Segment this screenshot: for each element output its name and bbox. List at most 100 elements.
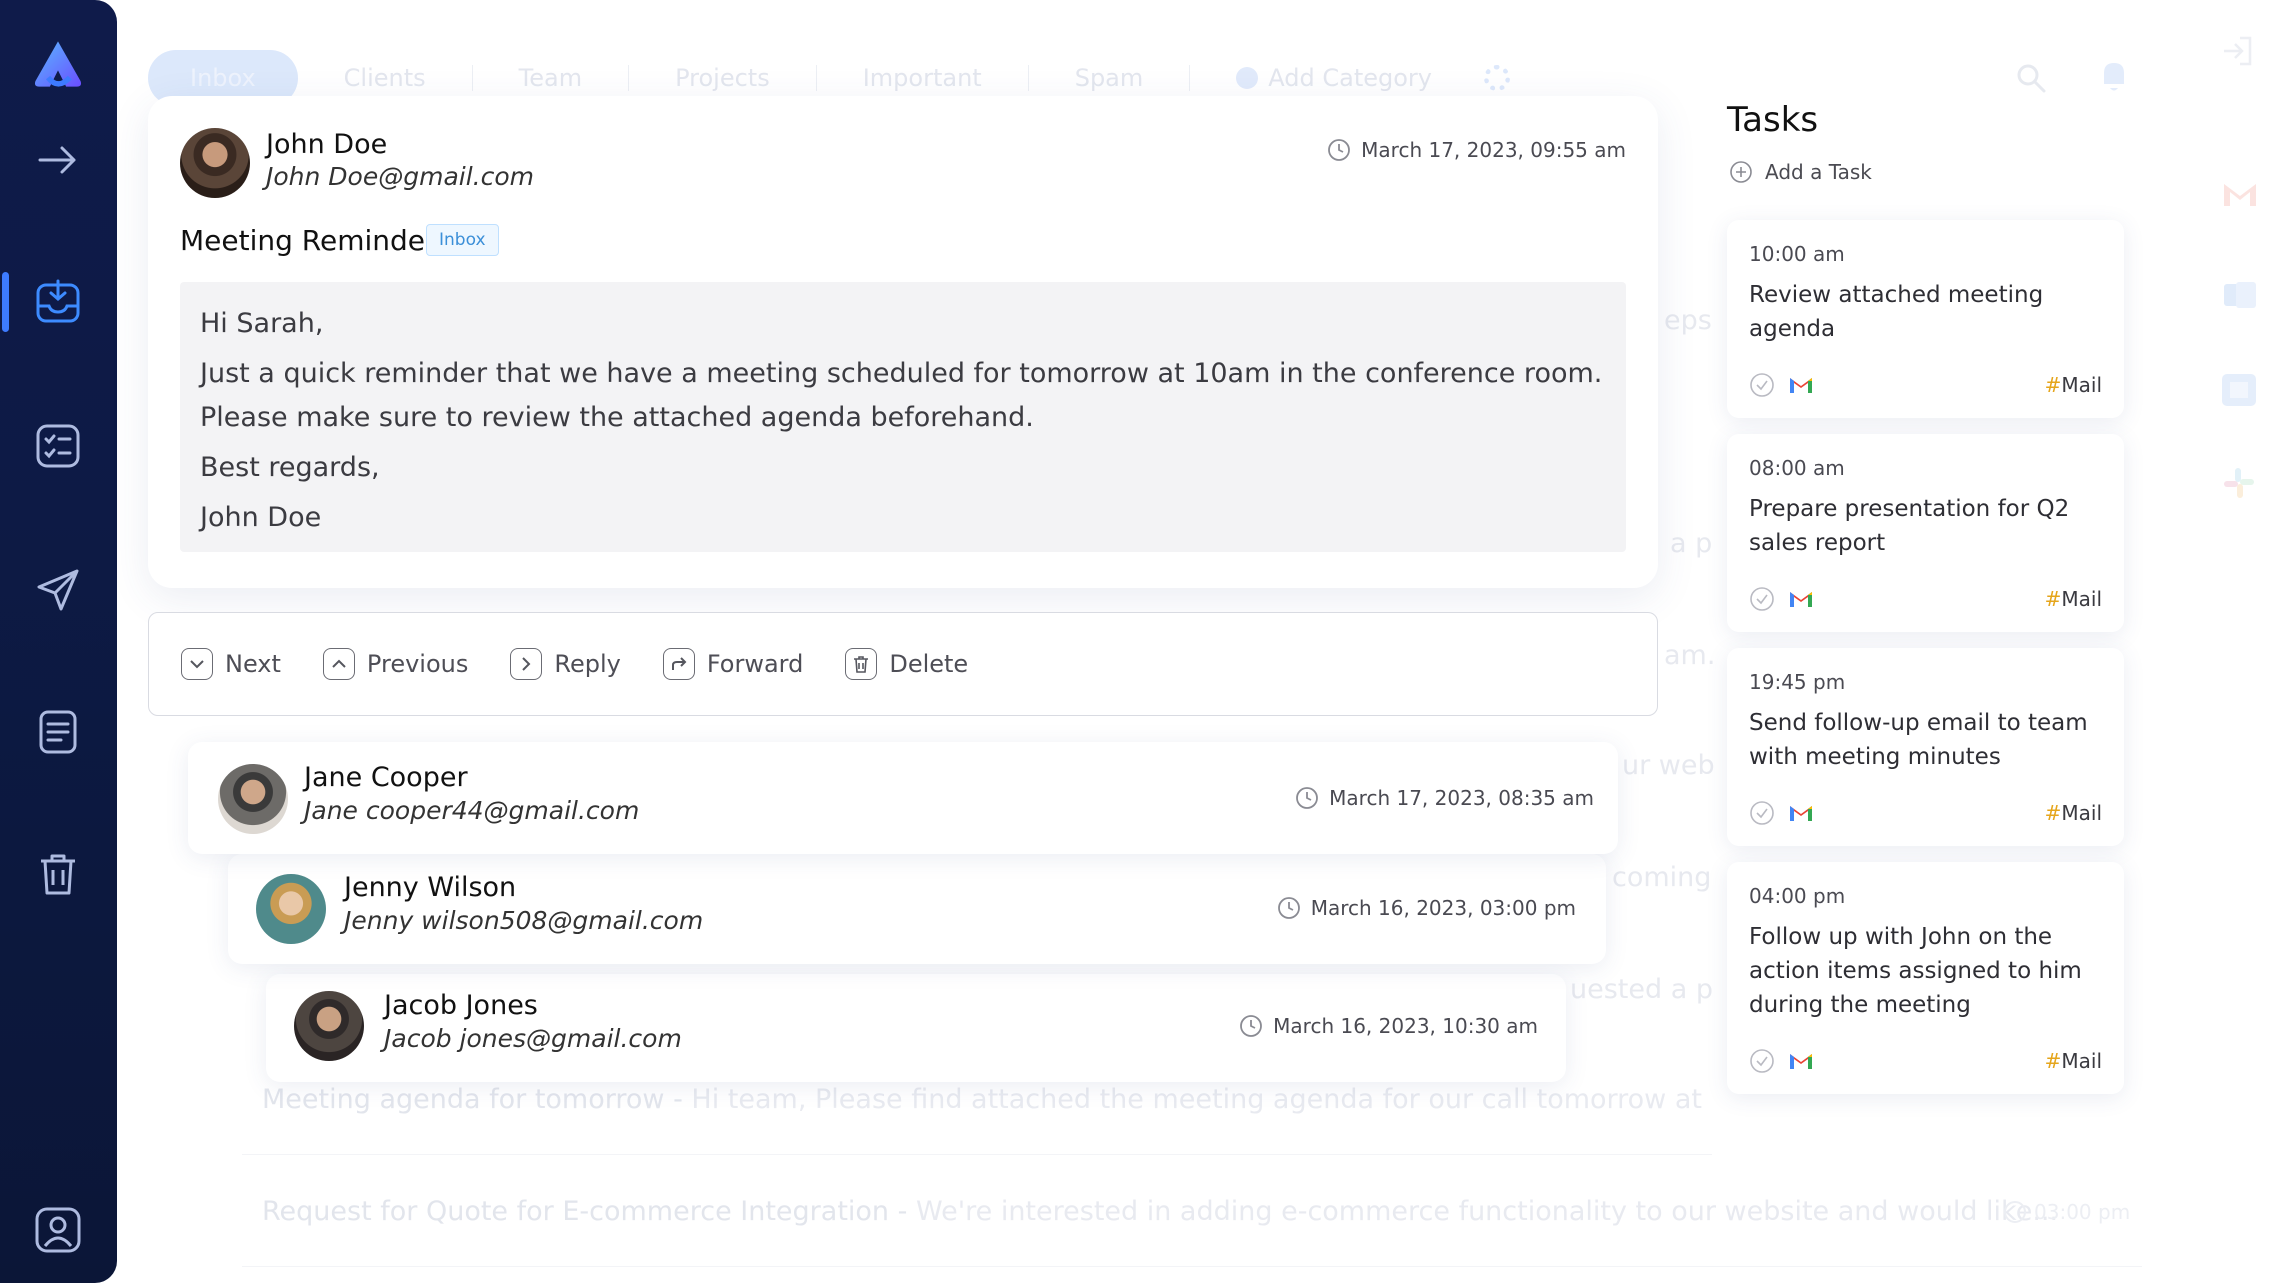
- task-card[interactable]: 19:45 pm Send follow-up email to team wi…: [1727, 648, 2124, 846]
- task-card[interactable]: 04:00 pm Follow up with John on the acti…: [1727, 862, 2124, 1094]
- inbox-icon[interactable]: [30, 274, 86, 330]
- task-title: Send follow-up email to team with meetin…: [1749, 710, 2088, 770]
- settings-gear-icon[interactable]: [1484, 65, 1510, 91]
- trash-icon[interactable]: [30, 846, 86, 902]
- reply-label: Reply: [554, 650, 621, 678]
- list-item-subject: Meeting agenda for tomorrow -: [262, 1084, 683, 1115]
- app-logo[interactable]: [30, 36, 86, 92]
- tasks-checklist-icon[interactable]: [30, 418, 86, 474]
- bg-fragment: coming: [1612, 862, 1712, 893]
- email-action-bar: Next Previous Reply Forward Delete: [148, 612, 1658, 716]
- sender-name: John Doe: [266, 129, 388, 160]
- calendar-app-icon[interactable]: [2222, 374, 2256, 410]
- add-category-label: Add Category: [1268, 64, 1432, 92]
- delete-button[interactable]: Delete: [845, 648, 968, 680]
- email-list-card[interactable]: Jacob Jones Jacob jones@gmail.com March …: [266, 974, 1566, 1082]
- tab-spam[interactable]: Spam: [1029, 64, 1190, 92]
- notification-bell-icon[interactable]: [2098, 58, 2130, 98]
- email-signature: John Doe: [200, 502, 322, 533]
- tag-label: Mail: [2061, 373, 2102, 397]
- bg-fragment: ur web: [1622, 750, 1715, 781]
- task-time: 04:00 pm: [1749, 884, 1846, 908]
- tab-projects[interactable]: Projects: [629, 64, 816, 92]
- task-title: Follow up with John on the action items …: [1749, 924, 2082, 1018]
- check-circle-icon[interactable]: [1749, 372, 1775, 398]
- reply-button[interactable]: Reply: [510, 648, 621, 680]
- task-time: 08:00 am: [1749, 456, 1845, 480]
- bg-fragment: uested a p: [1570, 974, 1713, 1005]
- forward-label: Forward: [706, 650, 804, 678]
- sender-avatar: [180, 128, 250, 198]
- list-item-preview: Hi team, Please find attached the meetin…: [691, 1084, 1712, 1115]
- tab-clients[interactable]: Clients: [298, 64, 472, 92]
- chevron-down-icon: [181, 648, 213, 680]
- contact-avatar: [218, 764, 288, 834]
- list-item-time: 03:00 pm: [2004, 1200, 2130, 1224]
- email-list-card[interactable]: Jane Cooper Jane cooper44@gmail.com Marc…: [188, 742, 1618, 854]
- next-button[interactable]: Next: [181, 648, 281, 680]
- forward-button[interactable]: Forward: [662, 648, 804, 680]
- contact-date: March 17, 2023, 08:35 am: [1295, 786, 1594, 810]
- email-body: Hi Sarah, Just a quick reminder that we …: [180, 282, 1626, 552]
- sender-email: John Doe@gmail.com: [266, 162, 535, 191]
- chevron-up-icon: [322, 648, 355, 680]
- contact-date-text: March 16, 2023, 03:00 pm: [1310, 896, 1576, 920]
- check-circle-icon[interactable]: [1749, 800, 1775, 826]
- gmail-icon: [1790, 806, 1812, 821]
- bg-fragment: am.: [1664, 640, 1716, 671]
- check-circle-icon[interactable]: [1749, 586, 1775, 612]
- check-circle-icon[interactable]: [1749, 1048, 1775, 1074]
- previous-button[interactable]: Previous: [322, 648, 469, 680]
- logout-icon[interactable]: [2220, 34, 2254, 72]
- contact-name: Jane Cooper: [304, 762, 468, 793]
- tag-label: Mail: [2061, 801, 2102, 825]
- tag-hash: #: [2044, 373, 2062, 397]
- contact-email: Jacob jones@gmail.com: [384, 1024, 682, 1053]
- contact-email: Jenny wilson508@gmail.com: [344, 906, 704, 935]
- email-date: March 17, 2023, 09:55 am: [1327, 138, 1626, 162]
- task-card[interactable]: 10:00 am Review attached meeting agenda …: [1727, 220, 2124, 418]
- send-icon[interactable]: [30, 562, 86, 618]
- email-subject: Meeting Reminder: [180, 224, 437, 257]
- task-footer: #Mail: [1749, 372, 2102, 398]
- email-list-card[interactable]: Jenny Wilson Jenny wilson508@gmail.com M…: [228, 854, 1606, 964]
- contact-name: Jacob Jones: [384, 990, 538, 1021]
- search-icon[interactable]: [2015, 62, 2047, 98]
- task-tag: #Mail: [2045, 587, 2102, 611]
- forward-arrow-icon: [662, 648, 695, 680]
- email-paragraph: Just a quick reminder that we have a mee…: [200, 358, 1603, 433]
- list-item-time-text: 03:00 pm: [2034, 1199, 2131, 1224]
- tasks-title: Tasks: [1727, 100, 1819, 140]
- slack-app-icon[interactable]: [2222, 466, 2256, 504]
- outlook-app-icon[interactable]: [2224, 280, 2256, 314]
- gmail-app-icon[interactable]: [2222, 180, 2258, 212]
- list-item[interactable]: Request for Quote for E-commerce Integra…: [242, 1157, 2142, 1267]
- label-badge[interactable]: Inbox: [426, 224, 499, 256]
- tag-label: Mail: [2061, 587, 2102, 611]
- bg-fragment: eps: [1664, 305, 1712, 336]
- add-category-button[interactable]: Add Category: [1190, 64, 1478, 92]
- task-card[interactable]: 08:00 am Prepare presentation for Q2 sal…: [1727, 434, 2124, 632]
- trash-icon: [845, 648, 878, 680]
- left-nav-rail: [0, 0, 117, 1283]
- list-item-subject: Request for Quote for E-commerce Integra…: [262, 1196, 908, 1227]
- tab-team[interactable]: Team: [473, 64, 628, 92]
- tag-hash: #: [2044, 1049, 2062, 1073]
- email-greeting: Hi Sarah,: [200, 308, 324, 339]
- task-time: 10:00 am: [1749, 242, 1845, 266]
- active-indicator: [2, 272, 9, 332]
- contact-date-text: March 16, 2023, 10:30 am: [1273, 1014, 1538, 1038]
- add-task-label: Add a Task: [1765, 160, 1872, 184]
- tag-hash: #: [2044, 587, 2062, 611]
- list-item-preview: We're interested in adding e-commerce fu…: [915, 1196, 2059, 1227]
- add-task-button[interactable]: Add a Task: [1729, 160, 1872, 184]
- previous-label: Previous: [366, 650, 469, 678]
- profile-icon[interactable]: [30, 1202, 86, 1258]
- tab-important[interactable]: Important: [817, 64, 1028, 92]
- plus-circle-icon: [1730, 161, 1752, 183]
- notes-icon[interactable]: [30, 704, 86, 760]
- delete-label: Delete: [889, 650, 969, 678]
- task-footer: #Mail: [1749, 800, 2102, 826]
- expand-arrow-icon[interactable]: [30, 132, 86, 188]
- clock-icon: [1296, 787, 1319, 809]
